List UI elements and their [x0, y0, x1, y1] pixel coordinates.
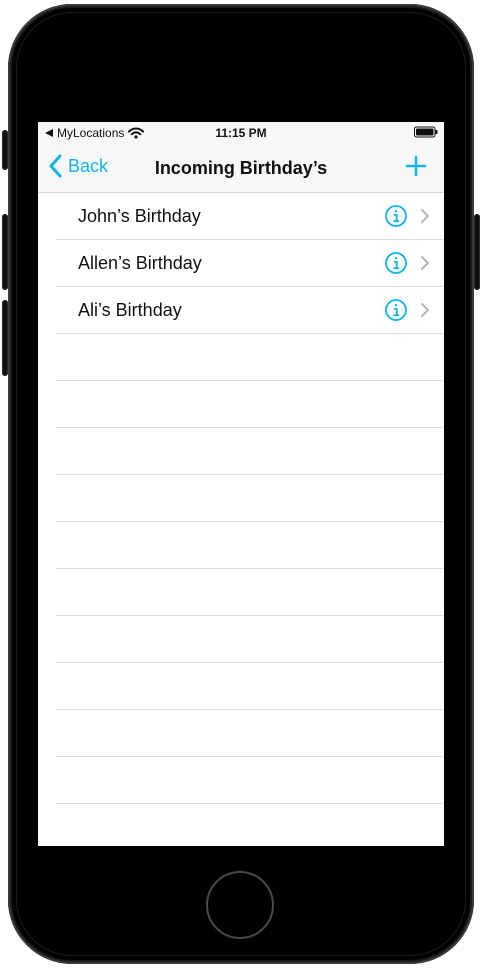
empty-row-separator [56, 616, 444, 663]
empty-row-separator [56, 757, 444, 804]
page-title: Incoming Birthday’s [154, 158, 328, 178]
status-right [414, 126, 438, 141]
birthday-list: John’s Birthday Allen’s Birthday Ali’s B… [38, 193, 444, 804]
list-item-label: Ali’s Birthday [78, 300, 182, 320]
list-item-label: Allen’s Birthday [78, 253, 202, 273]
list-item[interactable]: John’s Birthday [56, 193, 444, 240]
plus-icon [405, 155, 427, 177]
empty-row-separator [56, 569, 444, 616]
info-button[interactable] [384, 251, 408, 275]
app-screen: MyLocations 11:15 PM Back Incoming Birth… [38, 122, 444, 846]
info-icon [385, 205, 407, 227]
power-button [474, 214, 480, 290]
empty-row-separator [56, 428, 444, 475]
list-item[interactable]: Allen’s Birthday [56, 240, 444, 287]
info-button[interactable] [384, 298, 408, 322]
chevron-right-icon [421, 209, 429, 223]
add-button[interactable] [404, 154, 428, 178]
empty-row-separator [56, 334, 444, 381]
chevron-right-icon [421, 256, 429, 270]
navigation-bar: Back Incoming Birthday’s [38, 144, 444, 193]
status-time: 11:15 PM [215, 126, 267, 140]
empty-row-separator [56, 663, 444, 710]
empty-row-separator [56, 475, 444, 522]
list-item[interactable]: Ali’s Birthday [56, 287, 444, 334]
volume-down-button [2, 300, 8, 376]
status-bar: MyLocations 11:15 PM [38, 122, 444, 144]
home-button[interactable] [206, 871, 274, 939]
info-icon [385, 299, 407, 321]
volume-up-button [2, 214, 8, 290]
list-item-label: John’s Birthday [78, 206, 201, 226]
info-icon [385, 252, 407, 274]
info-button[interactable] [384, 204, 408, 228]
empty-row-separator [56, 522, 444, 569]
empty-row-separator [56, 381, 444, 428]
empty-row-separator [56, 710, 444, 757]
mute-switch [2, 130, 8, 170]
chevron-right-icon [421, 303, 429, 317]
battery-icon [414, 126, 438, 138]
